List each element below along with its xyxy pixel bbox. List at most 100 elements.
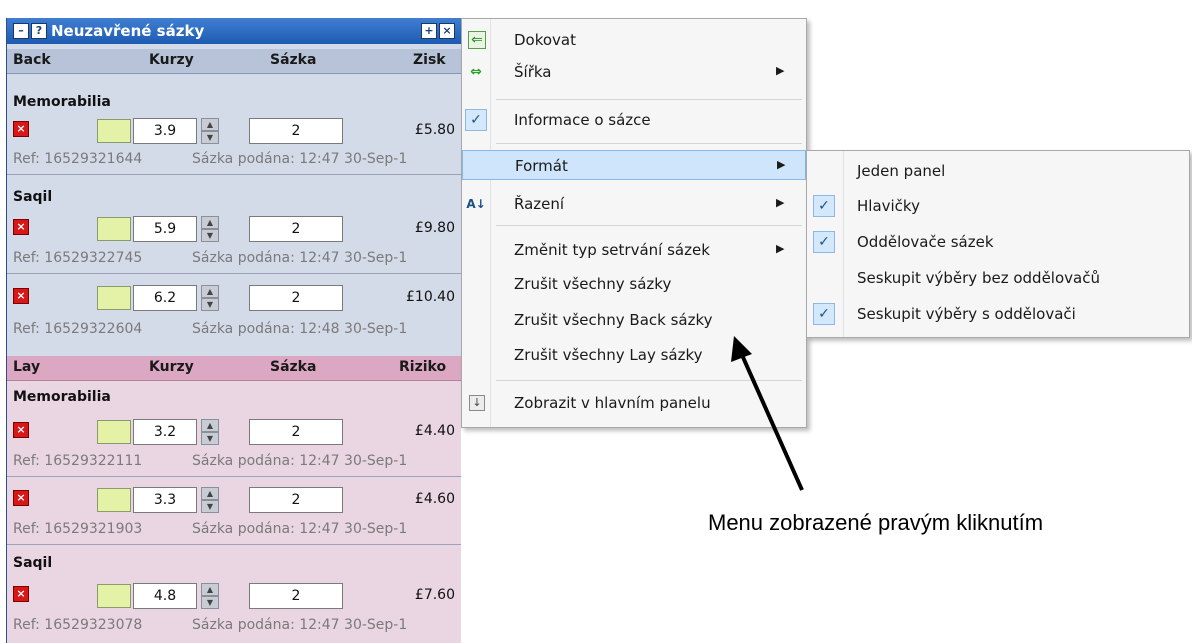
stake-input[interactable]: 2 bbox=[249, 583, 343, 609]
bet-row: × 3.2 ▲ ▼ 2 £4.40 bbox=[7, 416, 461, 446]
submenu-item-single-panel[interactable]: Jeden panel bbox=[807, 153, 1189, 189]
spin-up-icon[interactable]: ▲ bbox=[201, 583, 219, 596]
menu-item-dock[interactable]: ⇐ Dokovat bbox=[462, 25, 806, 55]
stake-input[interactable]: 2 bbox=[249, 118, 343, 144]
submenu-arrow-icon: ▶ bbox=[777, 158, 786, 171]
stake-input[interactable]: 2 bbox=[249, 419, 343, 445]
header-profit: Zisk bbox=[413, 52, 446, 68]
spin-down-icon[interactable]: ▼ bbox=[201, 298, 219, 311]
submenu-item-group-no-sep[interactable]: Seskupit výběry bez oddělovačů bbox=[807, 260, 1189, 296]
dock-icon: ⇐ bbox=[468, 31, 486, 49]
stake-input[interactable]: 2 bbox=[249, 487, 343, 513]
bet-ref: Ref: 16529322745 bbox=[13, 250, 143, 266]
odds-input[interactable]: 5.9 bbox=[133, 216, 197, 242]
bet-ref: Ref: 16529323078 bbox=[13, 617, 143, 633]
spin-up-icon[interactable]: ▲ bbox=[201, 487, 219, 500]
spin-down-icon[interactable]: ▼ bbox=[201, 229, 219, 242]
bet-row: × 6.2 ▲ ▼ 2 £10.40 bbox=[7, 282, 461, 312]
odds-color-swatch bbox=[97, 217, 131, 241]
odds-input[interactable]: 3.2 bbox=[133, 419, 197, 445]
odds-spinner[interactable]: ▲ ▼ bbox=[201, 487, 219, 513]
bet-separator bbox=[7, 476, 461, 477]
cancel-bet-icon[interactable]: × bbox=[13, 288, 29, 304]
odds-spinner[interactable]: ▲ ▼ bbox=[201, 583, 219, 609]
sort-az-icon: A↓ bbox=[466, 197, 486, 211]
header-back: Back bbox=[13, 52, 51, 68]
download-icon: ↓ bbox=[469, 395, 485, 411]
menu-item-sort[interactable]: A↓ Řazení ▶ bbox=[462, 189, 806, 219]
cancel-bet-icon[interactable]: × bbox=[13, 490, 29, 506]
bet-row: × 5.9 ▲ ▼ 2 £9.80 bbox=[7, 213, 461, 243]
bet-placed: Sázka podána: 12:47 30-Sep-1 bbox=[192, 521, 408, 537]
menu-separator bbox=[496, 99, 802, 100]
bet-placed: Sázka podána: 12:47 30-Sep-1 bbox=[192, 453, 408, 469]
menu-item-format[interactable]: Formát ▶ bbox=[462, 150, 806, 180]
header-stake: Sázka bbox=[270, 52, 317, 68]
liability-value: £4.40 bbox=[414, 423, 455, 439]
odds-color-swatch bbox=[97, 584, 131, 608]
menu-item-cancel-all[interactable]: Zrušit všechny sázky bbox=[462, 269, 806, 299]
spin-up-icon[interactable]: ▲ bbox=[201, 285, 219, 298]
menu-item-change-persistence[interactable]: Změnit typ setrvání sázek ▶ bbox=[462, 235, 806, 265]
cancel-bet-icon[interactable]: × bbox=[13, 586, 29, 602]
menu-item-cancel-back[interactable]: Zrušit všechny Back sázky bbox=[462, 305, 806, 335]
odds-color-swatch bbox=[97, 286, 131, 310]
header-stake: Sázka bbox=[270, 359, 317, 375]
profit-value: £5.80 bbox=[414, 122, 455, 138]
spin-down-icon[interactable]: ▼ bbox=[201, 131, 219, 144]
cancel-bet-icon[interactable]: × bbox=[13, 121, 29, 137]
help-icon[interactable]: ? bbox=[31, 23, 47, 39]
odds-color-swatch bbox=[97, 119, 131, 143]
submenu-item-group-with-sep[interactable]: ✓ Seskupit výběry s oddělovači bbox=[807, 296, 1189, 332]
checkmark-icon: ✓ bbox=[465, 109, 487, 131]
selection-name: Saqil bbox=[13, 189, 53, 205]
panel-title: Neuzavřené sázky bbox=[51, 22, 205, 40]
bet-placed: Sázka podána: 12:47 30-Sep-1 bbox=[192, 617, 408, 633]
checkmark-icon: ✓ bbox=[813, 231, 835, 253]
odds-input[interactable]: 3.3 bbox=[133, 487, 197, 513]
liability-value: £7.60 bbox=[414, 587, 455, 603]
spin-down-icon[interactable]: ▼ bbox=[201, 596, 219, 609]
resize-width-icon: ⇔ bbox=[470, 64, 482, 80]
stake-input[interactable]: 2 bbox=[249, 285, 343, 311]
odds-input[interactable]: 3.9 bbox=[133, 118, 197, 144]
odds-input[interactable]: 6.2 bbox=[133, 285, 197, 311]
bet-ref: Ref: 16529322111 bbox=[13, 453, 143, 469]
undock-icon[interactable]: + bbox=[421, 23, 437, 39]
minimize-icon[interactable]: – bbox=[13, 23, 29, 39]
bet-row: × 4.8 ▲ ▼ 2 £7.60 bbox=[7, 580, 461, 610]
spin-up-icon[interactable]: ▲ bbox=[201, 118, 219, 131]
panel-title-bar[interactable]: – ? Neuzavřené sázky + × bbox=[7, 18, 461, 44]
close-icon[interactable]: × bbox=[439, 23, 455, 39]
odds-spinner[interactable]: ▲ ▼ bbox=[201, 419, 219, 445]
odds-spinner[interactable]: ▲ ▼ bbox=[201, 285, 219, 311]
cancel-bet-icon[interactable]: × bbox=[13, 422, 29, 438]
bet-ref-row: Ref: 16529322604 Sázka podána: 12:48 30-S… bbox=[7, 319, 461, 341]
submenu-arrow-icon: ▶ bbox=[776, 196, 785, 209]
stake-input[interactable]: 2 bbox=[249, 216, 343, 242]
cancel-bet-icon[interactable]: × bbox=[13, 219, 29, 235]
menu-item-bet-info[interactable]: ✓ Informace o sázce bbox=[462, 105, 806, 135]
menu-item-cancel-lay[interactable]: Zrušit všechny Lay sázky bbox=[462, 340, 806, 370]
bet-ref-row: Ref: 16529321903 Sázka podána: 12:47 30-S… bbox=[7, 519, 461, 541]
selection-name: Memorabilia bbox=[13, 389, 111, 405]
bet-ref: Ref: 16529322604 bbox=[13, 321, 143, 337]
submenu-item-headers[interactable]: ✓ Hlavičky bbox=[807, 188, 1189, 224]
odds-spinner[interactable]: ▲ ▼ bbox=[201, 118, 219, 144]
checkmark-icon: ✓ bbox=[813, 195, 835, 217]
odds-input[interactable]: 4.8 bbox=[133, 583, 197, 609]
odds-color-swatch bbox=[97, 420, 131, 444]
menu-item-width[interactable]: ⇔ Šířka ▶ bbox=[462, 57, 806, 87]
profit-value: £10.40 bbox=[406, 289, 455, 305]
spin-down-icon[interactable]: ▼ bbox=[201, 432, 219, 445]
annotation-caption: Menu zobrazené pravým kliknutím bbox=[708, 510, 1044, 535]
spin-down-icon[interactable]: ▼ bbox=[201, 500, 219, 513]
submenu-item-bet-separators[interactable]: ✓ Oddělovače sázek bbox=[807, 224, 1189, 260]
spin-up-icon[interactable]: ▲ bbox=[201, 419, 219, 432]
selection-name: Saqil bbox=[13, 555, 53, 571]
liability-value: £4.60 bbox=[414, 491, 455, 507]
spin-up-icon[interactable]: ▲ bbox=[201, 216, 219, 229]
odds-spinner[interactable]: ▲ ▼ bbox=[201, 216, 219, 242]
menu-item-show-main[interactable]: ↓ Zobrazit v hlavním panelu bbox=[462, 388, 806, 418]
header-odds: Kurzy bbox=[149, 359, 194, 375]
